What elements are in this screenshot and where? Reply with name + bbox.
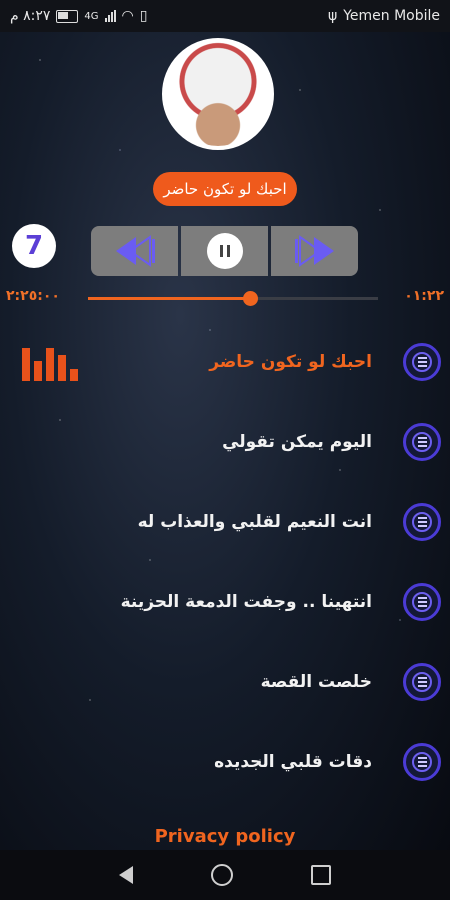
pause-button[interactable] <box>181 226 268 276</box>
avatar-photo <box>166 42 270 146</box>
previous-button[interactable] <box>91 226 178 276</box>
back-icon[interactable] <box>119 866 133 884</box>
recent-apps-icon[interactable] <box>311 865 331 885</box>
pause-icon <box>206 233 243 269</box>
privacy-policy-link[interactable]: Privacy policy <box>0 826 450 847</box>
song-item[interactable]: اليوم يمكن تقولي <box>0 412 450 472</box>
menu-list-icon[interactable] <box>403 423 441 461</box>
menu-list-icon[interactable] <box>403 583 441 621</box>
song-title: انتهينا .. وجفت الدمعة الحزينة <box>120 592 372 612</box>
song-title: اليوم يمكن تقولي <box>222 432 372 452</box>
song-item[interactable]: انت النعيم لقلبي والعذاب له <box>0 492 450 552</box>
carrier-name: Yemen Mobile <box>343 8 440 24</box>
app-badge-icon[interactable]: 7 <box>12 224 56 268</box>
status-bar: ٨:٢٧ م 4G ◠ ▯ ψ Yemen Mobile <box>0 0 450 32</box>
system-nav-bar <box>0 850 450 900</box>
seek-bar-progress <box>88 297 251 300</box>
song-item[interactable]: خلصت القصة <box>0 652 450 712</box>
artist-avatar <box>162 38 274 150</box>
next-icon <box>294 235 334 267</box>
status-right: ψ Yemen Mobile <box>328 8 440 24</box>
home-icon[interactable] <box>211 864 233 886</box>
carrier-signal-icon: ψ <box>327 8 338 24</box>
menu-list-icon[interactable] <box>403 503 441 541</box>
clock: ٨:٢٧ م <box>10 8 51 24</box>
total-time: ٢:٢٥:٠٠ <box>6 288 60 304</box>
song-title: انت النعيم لقلبي والعذاب له <box>137 512 372 532</box>
playback-controls <box>91 226 358 276</box>
wifi-icon: ◠ <box>121 8 134 24</box>
menu-list-icon[interactable] <box>403 743 441 781</box>
network-type: 4G <box>84 10 99 22</box>
song-item[interactable]: دقات قلبي الجديده <box>0 732 450 792</box>
seek-bar[interactable] <box>88 291 378 306</box>
signal-icon <box>104 10 116 22</box>
song-title: احبك لو تكون حاضر <box>209 352 372 372</box>
song-item[interactable]: انتهينا .. وجفت الدمعة الحزينة <box>0 572 450 632</box>
menu-list-icon[interactable] <box>403 343 441 381</box>
song-title: خلصت القصة <box>260 672 372 692</box>
now-playing-title: احبك لو تكون حاضر <box>153 172 297 206</box>
song-title: دقات قلبي الجديده <box>214 752 372 772</box>
next-button[interactable] <box>271 226 358 276</box>
menu-list-icon[interactable] <box>403 663 441 701</box>
status-left: ٨:٢٧ م 4G ◠ ▯ <box>10 8 147 24</box>
vibrate-icon: ▯ <box>139 8 148 24</box>
song-item[interactable]: احبك لو تكون حاضر <box>0 332 450 392</box>
previous-icon <box>115 235 155 267</box>
battery-icon <box>56 9 79 23</box>
seek-bar-thumb[interactable] <box>243 291 259 306</box>
elapsed-time: ٠١:٢٢ <box>404 288 444 304</box>
